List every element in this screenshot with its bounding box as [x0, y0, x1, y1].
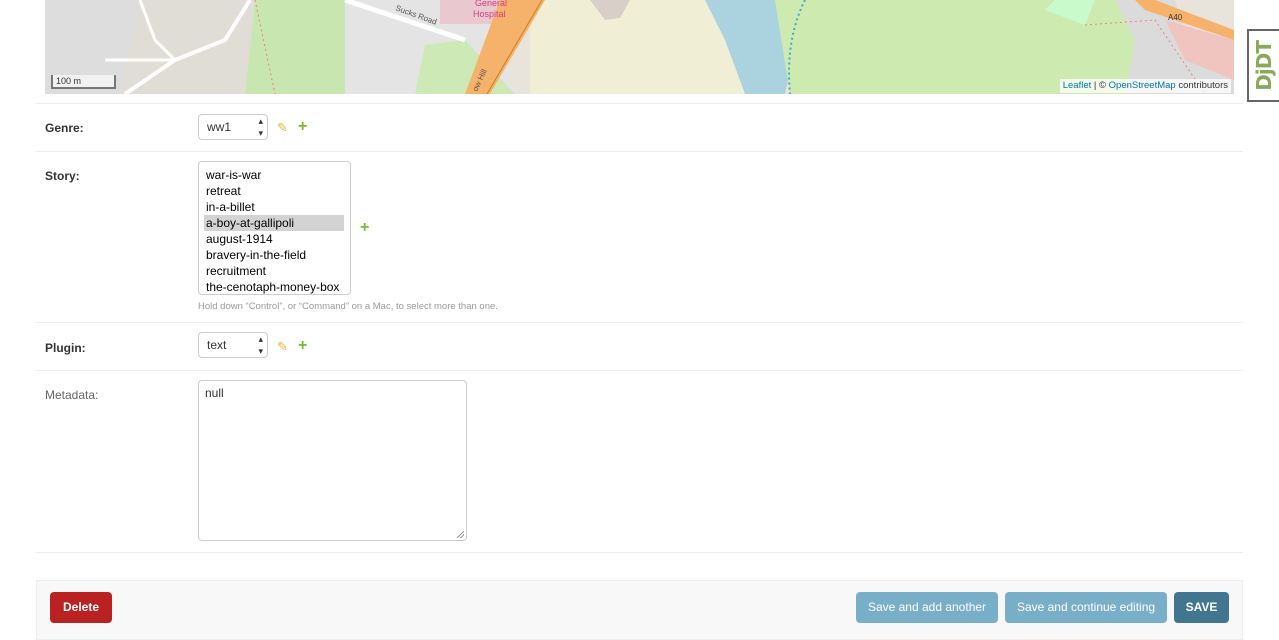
- leaflet-link[interactable]: Leaflet: [1063, 80, 1092, 91]
- debug-toolbar-handle[interactable]: DjDT: [1247, 29, 1279, 102]
- add-genre-plus-icon[interactable]: +: [298, 119, 307, 135]
- save-and-continue-button[interactable]: Save and continue editing: [1005, 592, 1167, 623]
- story-multiselect[interactable]: war-is-war retreat in-a-billet a-boy-at-…: [198, 161, 351, 295]
- resize-handle-icon[interactable]: [457, 531, 464, 538]
- plugin-row: Plugin: text ▴ ▾ ✎ +: [36, 323, 1243, 371]
- metadata-textarea[interactable]: null: [198, 380, 467, 541]
- osm-link[interactable]: OpenStreetMap: [1109, 80, 1176, 91]
- add-plugin-plus-icon[interactable]: +: [298, 338, 307, 354]
- story-option[interactable]: bravery-in-the-field: [204, 247, 344, 263]
- submit-row: Delete Save and add another Save and con…: [36, 580, 1243, 640]
- delete-button[interactable]: Delete: [50, 592, 112, 623]
- map-label-a40: A40: [1168, 13, 1183, 22]
- story-row: Story: war-is-war retreat in-a-billet a-…: [36, 152, 1243, 323]
- story-option[interactable]: retreat: [204, 183, 344, 199]
- story-option[interactable]: august-1914: [204, 231, 344, 247]
- story-help-text: Hold down “Control”, or “Command” on a M…: [198, 301, 498, 312]
- plugin-label: Plugin:: [45, 341, 86, 355]
- edit-genre-pencil-icon[interactable]: ✎: [277, 121, 288, 134]
- location-map[interactable]: General Hospital Sucks Road ow Hill A40 …: [45, 0, 1234, 94]
- metadata-label: Metadata:: [45, 388, 99, 402]
- select-arrows-icon: ▴ ▾: [258, 334, 263, 356]
- attribution-separator: | ©: [1091, 80, 1109, 91]
- story-option-selected[interactable]: a-boy-at-gallipoli: [204, 215, 344, 231]
- story-option[interactable]: recruitment: [204, 263, 344, 279]
- edit-plugin-pencil-icon[interactable]: ✎: [277, 340, 288, 353]
- genre-label: Genre:: [45, 121, 84, 135]
- genre-row: Genre: ww1 ▴ ▾ ✎ +: [36, 103, 1243, 152]
- story-option[interactable]: war-is-war: [204, 167, 344, 183]
- map-label-hospital-2: Hospital: [473, 9, 506, 19]
- genre-select[interactable]: ww1 ▴ ▾: [198, 114, 268, 140]
- genre-select-value: ww1: [207, 120, 232, 134]
- save-button[interactable]: SAVE: [1174, 592, 1229, 623]
- select-arrows-icon: ▴ ▾: [258, 116, 263, 138]
- story-option[interactable]: in-a-billet: [204, 199, 344, 215]
- attribution-suffix: contributors: [1175, 80, 1228, 91]
- map-attribution: Leaflet | © OpenStreetMap contributors: [1059, 79, 1231, 93]
- metadata-row: Metadata: null: [36, 371, 1243, 553]
- plugin-select[interactable]: text ▴ ▾: [198, 332, 268, 358]
- plugin-select-value: text: [207, 338, 227, 352]
- story-option[interactable]: the-cenotaph-money-box: [204, 279, 344, 294]
- save-and-add-another-button[interactable]: Save and add another: [856, 592, 998, 623]
- metadata-value: null: [205, 386, 224, 400]
- debug-toolbar-label: DjDT: [1252, 40, 1276, 91]
- map-label-hospital: General: [475, 0, 507, 8]
- map-tiles: General Hospital Sucks Road ow Hill A40: [45, 0, 1234, 94]
- story-label: Story:: [45, 169, 80, 183]
- add-story-plus-icon[interactable]: +: [360, 220, 369, 236]
- map-scale: 100 m: [51, 75, 116, 89]
